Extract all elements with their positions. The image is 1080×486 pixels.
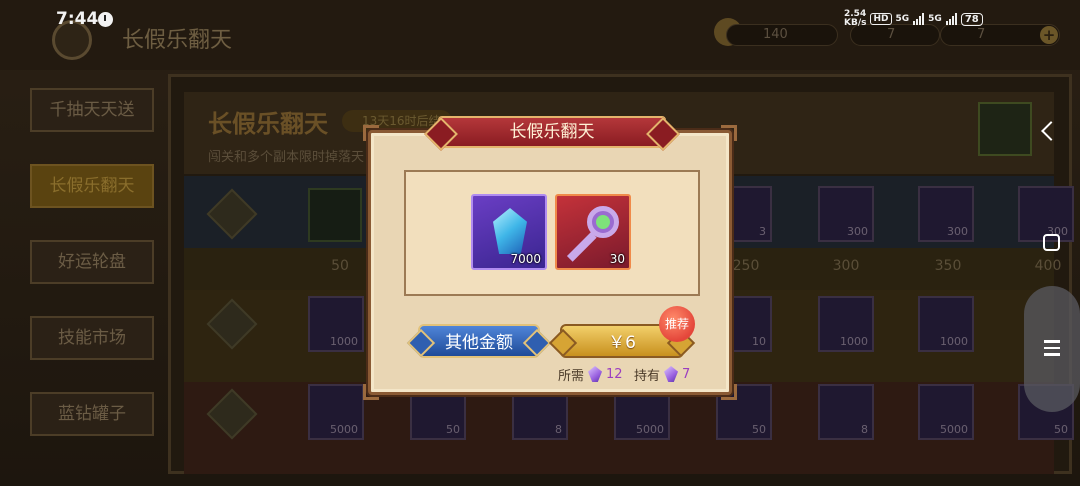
cost-required-value: 12 xyxy=(606,366,623,382)
crystal-icon xyxy=(493,208,527,254)
network-type: 5G xyxy=(928,14,942,24)
side-menu-item[interactable]: 蓝钻罐子 xyxy=(30,392,154,436)
cost-owned: 持有 7 xyxy=(634,365,691,384)
dialog-title: 长假乐翻天 xyxy=(509,122,595,142)
event-description: 闯关和多个副本限时掉落天 xyxy=(208,150,365,165)
side-menu-item[interactable]: 好运轮盘 xyxy=(30,240,154,284)
event-title: 长假乐翻天 xyxy=(208,110,328,138)
milestone-value: 50 xyxy=(331,258,349,274)
key-shaft xyxy=(566,232,597,262)
cost-required-label: 所需 xyxy=(558,368,585,384)
reward-cell[interactable]: 5000 xyxy=(308,384,364,440)
network-type: 5G xyxy=(895,14,910,24)
gem-icon xyxy=(588,366,603,382)
reward-count: 7000 xyxy=(510,252,541,266)
side-menu-item[interactable]: 千抽天天送 xyxy=(30,88,154,132)
reward-cell[interactable]: 1000 xyxy=(918,296,974,352)
cost-owned-label: 持有 xyxy=(634,368,661,384)
cost-owned-value: 7 xyxy=(682,366,691,382)
signal-icon xyxy=(945,13,957,25)
home-nav-icon[interactable] xyxy=(1043,234,1060,251)
milestone-value: 300 xyxy=(832,258,860,274)
milestone-value: 350 xyxy=(934,258,962,274)
key-gem xyxy=(596,215,610,229)
corner-ornament xyxy=(363,125,379,141)
corner-ornament xyxy=(363,384,379,400)
reward-cell[interactable]: 1000 xyxy=(818,296,874,352)
claimed-check-icon xyxy=(308,188,362,242)
status-time: 7:44 xyxy=(56,9,99,29)
cost-required: 所需 12 xyxy=(558,365,623,384)
reward-item-key[interactable]: 30 xyxy=(555,194,631,270)
page-title: 长假乐翻天 xyxy=(122,28,233,53)
side-menu-item-active[interactable]: 长假乐翻天 xyxy=(30,164,154,208)
milestone-value: 400 xyxy=(1034,258,1062,274)
status-indicators: 2.54 KB/s HD 5G 5G 78 xyxy=(844,10,983,28)
side-menu-item[interactable]: 技能市场 xyxy=(30,316,154,360)
battery-icon: 78 xyxy=(960,12,983,26)
reward-panel xyxy=(404,170,700,296)
resource-coins: 140 xyxy=(726,24,838,46)
hd-icon: HD xyxy=(870,13,892,25)
net-speed: 2.54 KB/s xyxy=(844,9,867,28)
claim-all-check-icon[interactable] xyxy=(978,102,1032,156)
corner-ornament xyxy=(721,125,737,141)
add-gems-button[interactable]: + xyxy=(1040,26,1058,44)
dialog-title-banner: 长假乐翻天 xyxy=(438,116,666,148)
reward-cell[interactable]: 300 xyxy=(918,186,974,242)
reward-item-crystal[interactable]: 7000 xyxy=(471,194,547,270)
gem-icon xyxy=(664,366,679,382)
reward-cell[interactable]: 1000 xyxy=(308,296,364,352)
reward-count: 30 xyxy=(609,252,625,266)
reward-cell[interactable]: 300 xyxy=(818,186,874,242)
recommend-badge: 推荐 xyxy=(659,306,695,342)
other-amount-button[interactable]: 其他金额 xyxy=(418,324,540,358)
signal-icon xyxy=(913,13,925,25)
alarm-clock-icon xyxy=(98,12,113,27)
menu-nav-icon[interactable] xyxy=(1044,340,1060,360)
reward-cell[interactable]: 8 xyxy=(818,384,874,440)
corner-ornament xyxy=(721,384,737,400)
reward-cell[interactable]: 5000 xyxy=(918,384,974,440)
